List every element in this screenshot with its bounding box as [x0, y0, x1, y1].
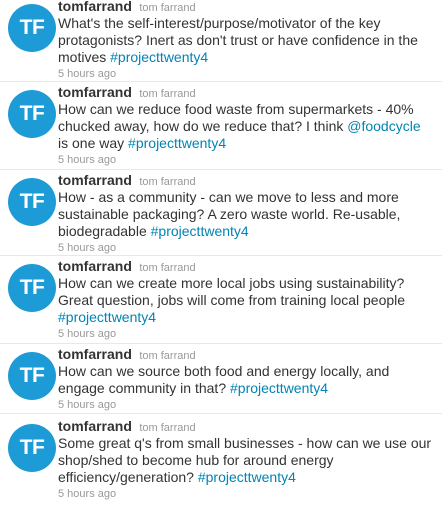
- tweet-item: TF tomfarrand tom farrand How - as a com…: [0, 170, 442, 256]
- full-name: tom farrand: [139, 262, 196, 274]
- hashtag-link[interactable]: #projecttwenty4: [151, 223, 249, 239]
- timestamp[interactable]: 5 hours ago: [58, 67, 432, 82]
- screen-name[interactable]: tomfarrand: [58, 418, 132, 434]
- full-name: tom farrand: [139, 88, 196, 100]
- timestamp[interactable]: 5 hours ago: [58, 241, 432, 256]
- timestamp[interactable]: 5 hours ago: [58, 487, 432, 502]
- screen-name[interactable]: tomfarrand: [58, 346, 132, 362]
- timestamp[interactable]: 5 hours ago: [58, 398, 432, 413]
- tweet-text: How can we source both food and energy l…: [58, 363, 432, 397]
- avatar[interactable]: TF: [8, 424, 56, 472]
- tweet-text-segment: How can we source both food and energy l…: [58, 363, 390, 396]
- avatar[interactable]: TF: [8, 352, 56, 400]
- tweet-header: tomfarrand tom farrand: [58, 346, 432, 363]
- mention-link[interactable]: @foodcycle: [347, 118, 420, 134]
- screen-name[interactable]: tomfarrand: [58, 84, 132, 100]
- tweet-text-segment: How can we create more local jobs using …: [58, 275, 406, 308]
- screen-name[interactable]: tomfarrand: [58, 0, 132, 14]
- tweet-item: TF tomfarrand tom farrand How can we cre…: [0, 256, 442, 344]
- tweet-content: tomfarrand tom farrand How can we reduce…: [58, 84, 432, 168]
- full-name: tom farrand: [139, 2, 196, 14]
- tweet-text: How - as a community - can we move to le…: [58, 189, 432, 240]
- hashtag-link[interactable]: #projecttwenty4: [110, 49, 208, 65]
- hashtag-link[interactable]: #projecttwenty4: [58, 309, 156, 325]
- hashtag-link[interactable]: #projecttwenty4: [198, 469, 296, 485]
- tweet-item: TF tomfarrand tom farrand How can we sou…: [0, 344, 442, 414]
- avatar[interactable]: TF: [8, 4, 56, 52]
- timestamp[interactable]: 5 hours ago: [58, 153, 432, 168]
- screen-name[interactable]: tomfarrand: [58, 172, 132, 188]
- tweet-text: How can we create more local jobs using …: [58, 275, 432, 326]
- timestamp[interactable]: 5 hours ago: [58, 327, 432, 342]
- tweet-item: TF tomfarrand tom farrand Some great q's…: [0, 416, 442, 511]
- avatar[interactable]: TF: [8, 90, 56, 138]
- tweet-content: tomfarrand tom farrand Some great q's fr…: [58, 418, 432, 502]
- tweet-header: tomfarrand tom farrand: [58, 0, 432, 15]
- tweet-content: tomfarrand tom farrand What's the self-i…: [58, 0, 432, 82]
- tweet-text: What's the self-interest/purpose/motivat…: [58, 15, 432, 66]
- tweet-header: tomfarrand tom farrand: [58, 172, 432, 189]
- full-name: tom farrand: [139, 350, 196, 362]
- screen-name[interactable]: tomfarrand: [58, 258, 132, 274]
- tweet-text: Some great q's from small businesses - h…: [58, 435, 432, 486]
- tweet-content: tomfarrand tom farrand How can we source…: [58, 346, 432, 413]
- tweet-text: How can we reduce food waste from superm…: [58, 101, 432, 152]
- tweet-header: tomfarrand tom farrand: [58, 258, 432, 275]
- hashtag-link[interactable]: #projecttwenty4: [230, 380, 328, 396]
- full-name: tom farrand: [139, 176, 196, 188]
- hashtag-link[interactable]: #projecttwenty4: [128, 135, 226, 151]
- tweet-timeline: TF tomfarrand tom farrand What's the sel…: [0, 0, 442, 511]
- tweet-text-segment: is one way: [58, 135, 129, 151]
- tweet-item: TF tomfarrand tom farrand How can we red…: [0, 82, 442, 170]
- tweet-content: tomfarrand tom farrand How can we create…: [58, 258, 432, 342]
- avatar[interactable]: TF: [8, 264, 56, 312]
- avatar[interactable]: TF: [8, 178, 56, 226]
- tweet-header: tomfarrand tom farrand: [58, 84, 432, 101]
- tweet-content: tomfarrand tom farrand How - as a commun…: [58, 172, 432, 256]
- tweet-item: TF tomfarrand tom farrand What's the sel…: [0, 0, 442, 82]
- tweet-header: tomfarrand tom farrand: [58, 418, 432, 435]
- full-name: tom farrand: [139, 422, 196, 434]
